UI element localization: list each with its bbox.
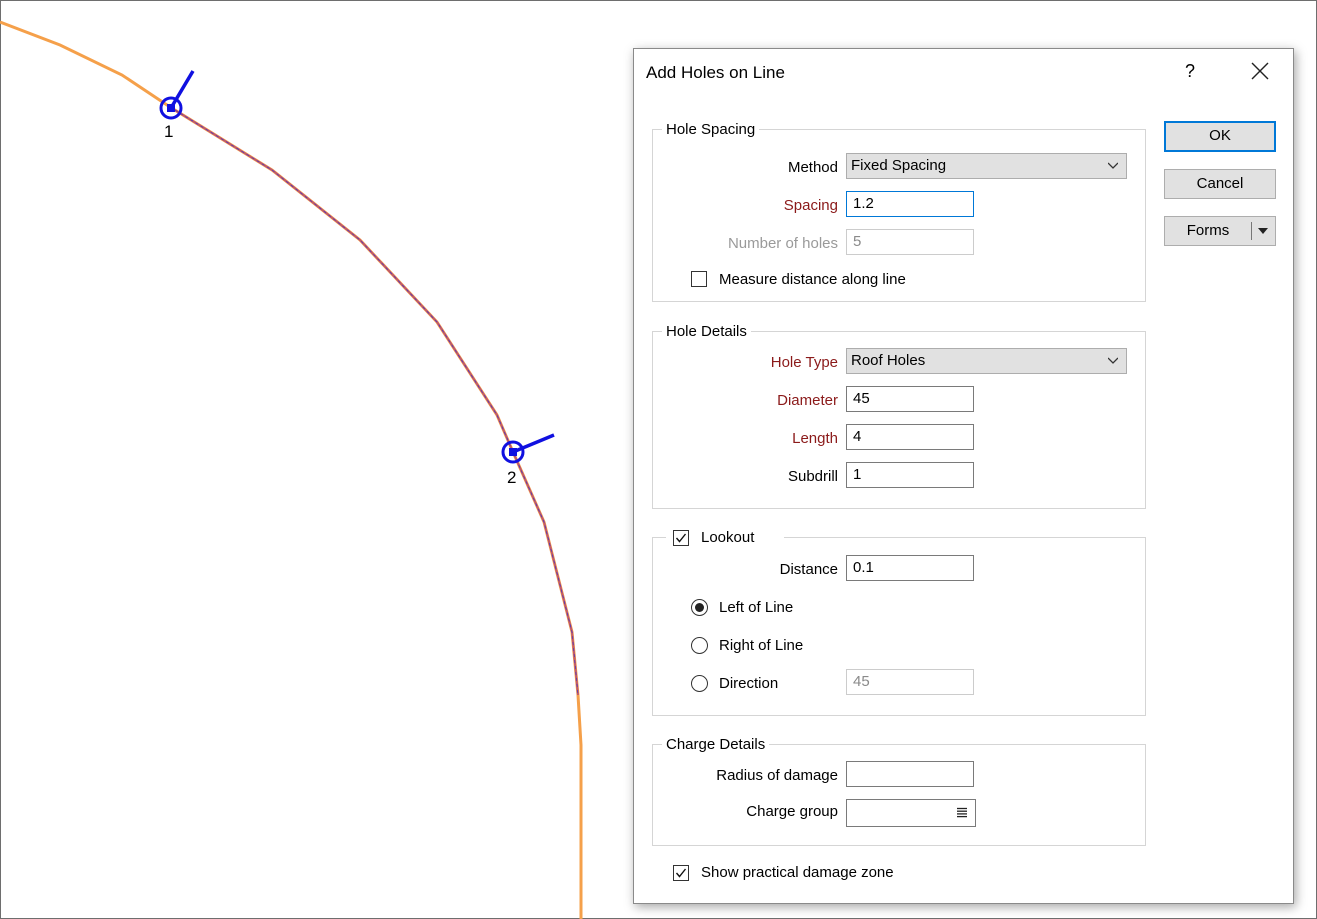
direction-label: Direction — [719, 675, 779, 692]
spacing-input[interactable]: 1.2 — [846, 191, 974, 217]
forms-button[interactable]: Forms — [1164, 216, 1276, 246]
close-button[interactable] — [1246, 60, 1272, 82]
dialog-title: Add Holes on Line — [646, 63, 785, 82]
direction-input[interactable]: 45 — [846, 669, 974, 695]
forms-button-label: Forms — [1186, 222, 1230, 239]
hole-type-value: Roof Holes — [851, 352, 926, 369]
selected-line-highlight — [169, 106, 579, 696]
hole-marker-2[interactable] — [501, 433, 555, 464]
number-of-holes-label: Number of holes — [727, 235, 838, 252]
hole-spacing-title: Hole Spacing — [662, 121, 760, 138]
lookout-checkbox[interactable] — [673, 530, 689, 546]
chevron-down-icon — [1108, 357, 1118, 364]
selected-line-segment[interactable] — [169, 106, 579, 696]
cancel-button[interactable]: Cancel — [1164, 169, 1276, 199]
distance-input[interactable]: 0.1 — [846, 555, 974, 581]
charge-details-group — [652, 744, 1146, 846]
length-label: Length — [792, 430, 838, 447]
diameter-input[interactable]: 45 — [846, 386, 974, 412]
dropdown-arrow-icon[interactable] — [1258, 228, 1268, 234]
distance-label: Distance — [779, 561, 838, 578]
diameter-label: Diameter — [777, 392, 838, 409]
hole-type-label: Hole Type — [770, 354, 838, 371]
charge-group-input[interactable] — [846, 799, 976, 827]
method-value: Fixed Spacing — [851, 157, 947, 174]
show-damage-zone-checkbox[interactable] — [673, 865, 689, 881]
direction-radio[interactable] — [691, 675, 708, 692]
measure-along-line-checkbox[interactable] — [691, 271, 707, 287]
close-icon — [1251, 62, 1269, 80]
radius-of-damage-label: Radius of damage — [716, 767, 838, 784]
left-of-line-radio[interactable] — [691, 599, 708, 616]
checkmark-icon — [675, 533, 687, 543]
hole-type-select[interactable]: Roof Holes — [846, 348, 1127, 374]
method-select[interactable]: Fixed Spacing — [846, 153, 1127, 179]
spacing-label: Spacing — [783, 197, 838, 214]
charge-details-title: Charge Details — [662, 736, 770, 753]
show-damage-zone-label: Show practical damage zone — [701, 864, 894, 881]
subdrill-label: Subdrill — [787, 468, 838, 485]
help-button[interactable]: ? — [1179, 60, 1201, 82]
hole-details-title: Hole Details — [662, 323, 751, 340]
radius-of-damage-input[interactable] — [846, 761, 974, 787]
method-label: Method — [787, 159, 838, 176]
lookout-label: Lookout — [701, 529, 755, 546]
number-of-holes-input[interactable]: 5 — [846, 229, 974, 255]
checkmark-icon — [675, 868, 687, 878]
measure-along-line-label: Measure distance along line — [719, 271, 906, 288]
subdrill-input[interactable]: 1 — [846, 462, 974, 488]
left-of-line-label: Left of Line — [719, 599, 794, 616]
chevron-down-icon — [1108, 162, 1118, 169]
design-line[interactable] — [0, 20, 583, 919]
ok-button[interactable]: OK — [1164, 121, 1276, 152]
hole-label-2: 2 — [507, 468, 517, 487]
add-holes-dialog: Add Holes on Line ? Hole Spacing Method … — [633, 48, 1294, 904]
right-of-line-radio[interactable] — [691, 637, 708, 654]
charge-group-label: Charge group — [746, 803, 838, 820]
right-of-line-label: Right of Line — [719, 637, 804, 654]
length-input[interactable]: 4 — [846, 424, 974, 450]
hole-label-1: 1 — [164, 122, 174, 141]
list-icon[interactable] — [957, 807, 967, 818]
